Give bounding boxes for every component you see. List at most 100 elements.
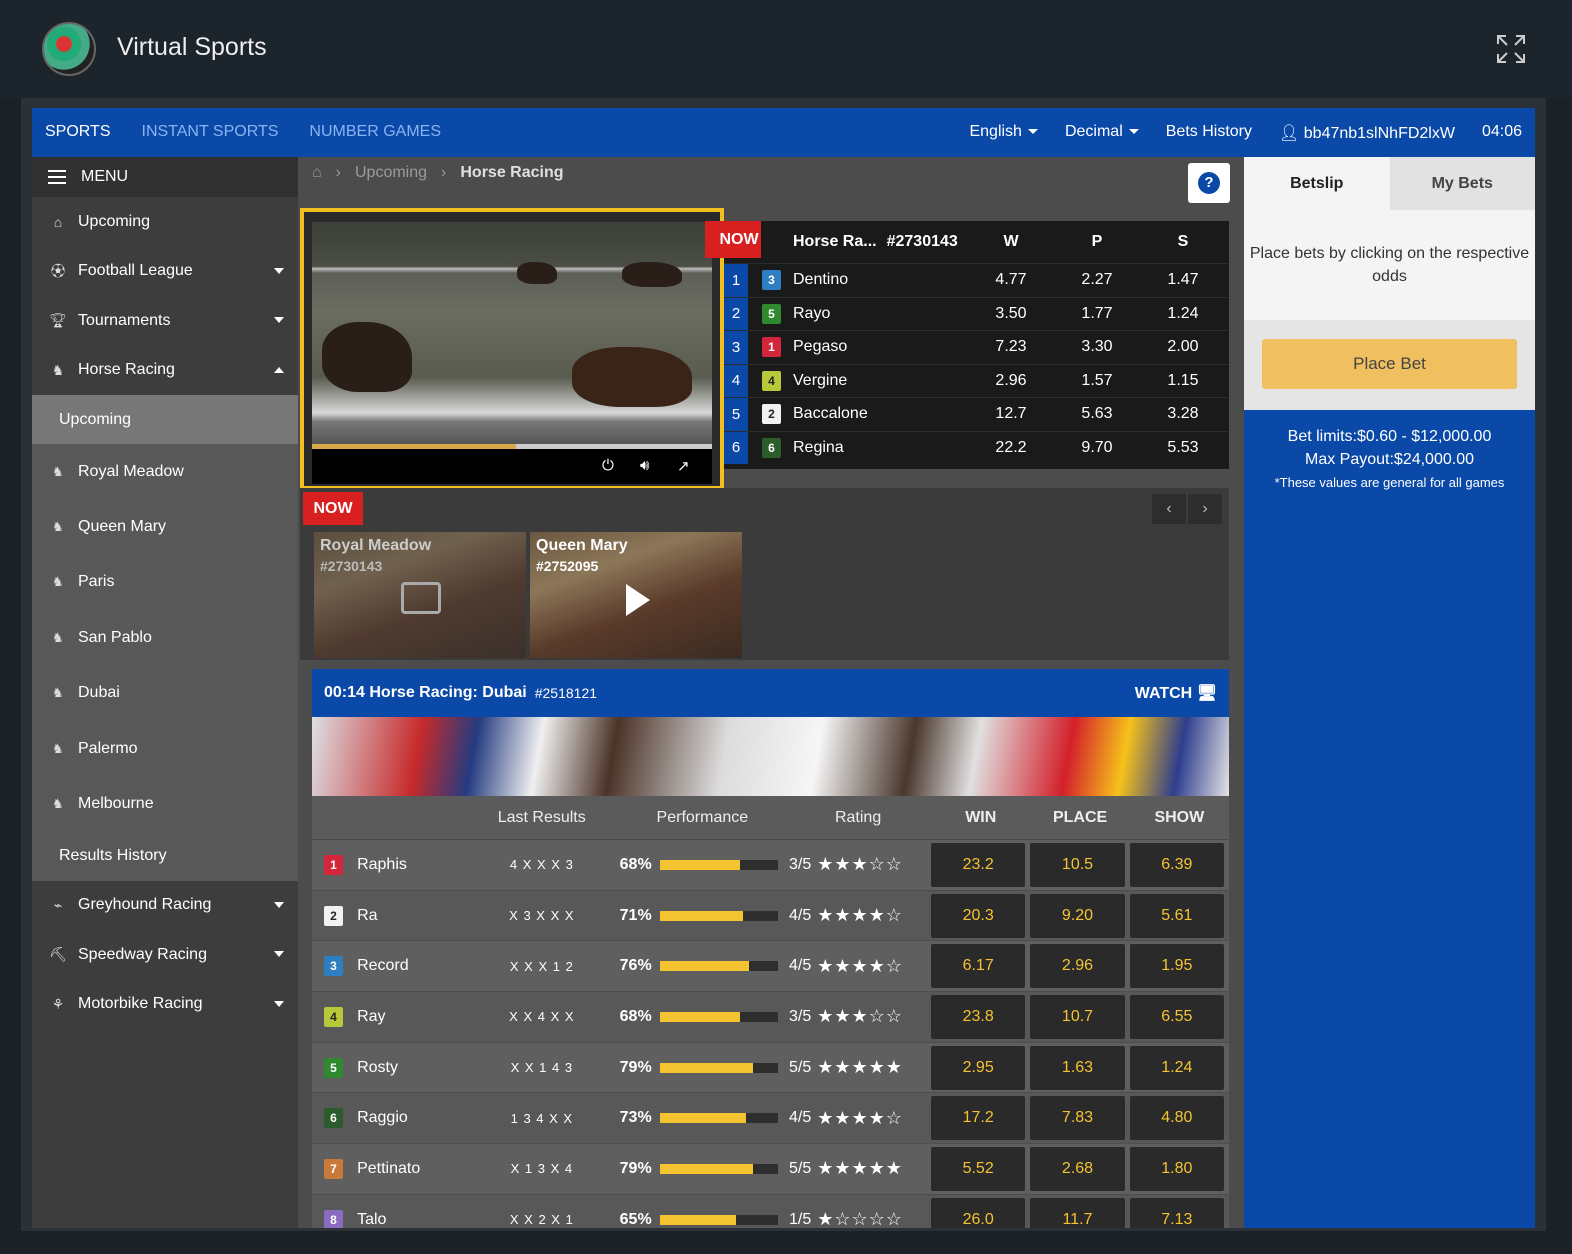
- fullscreen-icon[interactable]: [1496, 34, 1526, 64]
- language-select[interactable]: English: [969, 123, 1037, 143]
- odds-show-button[interactable]: 6.39: [1129, 842, 1225, 887]
- odds-place-button[interactable]: 1.63: [1030, 1045, 1125, 1090]
- odds-win[interactable]: 3.50: [968, 305, 1054, 323]
- odds-show[interactable]: 3.28: [1140, 405, 1226, 423]
- race-id: #2730143: [886, 233, 958, 250]
- sidebar-track-queen-mary[interactable]: ♞ Queen Mary: [32, 499, 298, 554]
- performance-bar: [659, 1011, 778, 1022]
- odds-place[interactable]: 5.63: [1054, 405, 1140, 423]
- odds-win-button[interactable]: 5.52: [930, 1146, 1026, 1191]
- bets-history-link[interactable]: Bets History: [1166, 123, 1252, 143]
- odds-win-button[interactable]: 26.0: [930, 1197, 1026, 1228]
- odds-show-button[interactable]: 6.55: [1129, 994, 1225, 1039]
- runners-header: Last Results Performance Rating WIN PLAC…: [312, 796, 1229, 840]
- odds-place-button[interactable]: 2.68: [1030, 1146, 1125, 1191]
- sidebar-track-paris[interactable]: ♞ Paris: [32, 555, 298, 610]
- odds-place[interactable]: 1.57: [1054, 372, 1140, 390]
- sidebar-item-label: Motorbike Racing: [78, 995, 203, 1013]
- sidebar-subitem-upcoming[interactable]: Upcoming: [32, 395, 298, 444]
- sidebar-track-palermo[interactable]: ♞ Palermo: [32, 721, 298, 776]
- horse-icon: ♞: [52, 629, 64, 645]
- watch-button[interactable]: WATCH 🖥︎: [1135, 683, 1217, 703]
- odds-place[interactable]: 9.70: [1054, 439, 1140, 457]
- odds-show-button[interactable]: 1.95: [1129, 944, 1225, 989]
- nav-sports[interactable]: SPORTS: [45, 123, 111, 141]
- power-icon[interactable]: ⏻︎: [602, 457, 614, 474]
- odds-win-button[interactable]: 20.3: [930, 893, 1026, 938]
- odds-place[interactable]: 2.27: [1054, 271, 1140, 289]
- runner-cell: 4 Vergine: [748, 370, 968, 391]
- nav-number-games[interactable]: NUMBER GAMES: [309, 123, 441, 141]
- rating-value: 4/5: [788, 906, 812, 924]
- stream-thumb-royal-meadow[interactable]: Royal Meadow #2730143: [314, 532, 526, 658]
- sidebar-item-speedway[interactable]: ⛏ Speedway Racing: [32, 930, 298, 980]
- odds-win-button[interactable]: 2.95: [930, 1045, 1026, 1090]
- stream-thumb-queen-mary[interactable]: Queen Mary #2752095: [530, 532, 742, 658]
- odds-place-button[interactable]: 11.7: [1030, 1197, 1125, 1228]
- odds-win-button[interactable]: 23.2: [930, 842, 1026, 887]
- odds-show-button[interactable]: 1.80: [1129, 1146, 1225, 1191]
- finish-position: 5: [724, 398, 748, 431]
- volume-icon[interactable]: 🔊︎: [640, 457, 649, 474]
- sidebar-track-royal-meadow[interactable]: ♞ Royal Meadow: [32, 444, 298, 499]
- odds-show[interactable]: 5.53: [1140, 439, 1226, 457]
- odds-show-button[interactable]: 4.80: [1129, 1096, 1225, 1141]
- video-player[interactable]: ⏻︎ 🔊︎ ↗: [300, 208, 724, 490]
- odds-show[interactable]: 1.24: [1140, 305, 1226, 323]
- trophy-icon: 🏆︎: [49, 312, 67, 329]
- odds-show-button[interactable]: 7.13: [1129, 1197, 1225, 1228]
- odds-win-button[interactable]: 6.17: [930, 944, 1026, 989]
- odds-win[interactable]: 4.77: [968, 271, 1054, 289]
- tab-my-bets[interactable]: My Bets: [1389, 157, 1535, 210]
- race-name: Horse Ra...: [793, 233, 877, 250]
- sidebar-results-history[interactable]: Results History: [32, 832, 298, 881]
- odds-win[interactable]: 12.7: [968, 405, 1054, 423]
- odds-win[interactable]: 2.96: [968, 372, 1054, 390]
- odds-place-button[interactable]: 10.7: [1030, 994, 1125, 1039]
- odds-show[interactable]: 1.15: [1140, 372, 1226, 390]
- odds-place-button[interactable]: 7.83: [1030, 1096, 1125, 1141]
- sidebar-track-dubai[interactable]: ♞ Dubai: [32, 666, 298, 721]
- chevron-down-icon: [274, 951, 284, 958]
- odds-place[interactable]: 1.77: [1054, 305, 1140, 323]
- user-account[interactable]: 👤︎ bb47nb1slNhFD2lxW: [1279, 123, 1455, 143]
- sidebar-item-motorbike[interactable]: ⚘ Motorbike Racing: [32, 980, 298, 1030]
- breadcrumb-upcoming[interactable]: Upcoming: [355, 164, 427, 182]
- odds-place-button[interactable]: 2.96: [1030, 944, 1125, 989]
- odds-win-button[interactable]: 17.2: [930, 1096, 1026, 1141]
- odds-place-button[interactable]: 10.5: [1030, 842, 1125, 887]
- odds-show[interactable]: 2.00: [1140, 338, 1226, 356]
- chevron-left-icon[interactable]: ‹: [1152, 494, 1186, 524]
- menu-header[interactable]: MENU: [32, 157, 298, 197]
- sidebar-item-greyhound[interactable]: ⌁ Greyhound Racing: [32, 881, 298, 931]
- odds-show-button[interactable]: 5.61: [1129, 893, 1225, 938]
- place-bet-button[interactable]: Place Bet: [1262, 339, 1517, 389]
- odds-place[interactable]: 3.30: [1054, 338, 1140, 356]
- sidebar-item-football[interactable]: ⚽︎ Football League: [32, 247, 298, 297]
- race-card: 00:14 Horse Racing: Dubai #2518121 WATCH…: [312, 669, 1229, 1228]
- last-results: 4 X X X 3: [509, 857, 574, 873]
- odds-win[interactable]: 22.2: [968, 439, 1054, 457]
- odds-win-button[interactable]: 23.8: [930, 994, 1026, 1039]
- sidebar-item-tournaments[interactable]: 🏆︎ Tournaments: [32, 296, 298, 346]
- sports-app: SPORTS INSTANT SPORTS NUMBER GAMES Engli…: [32, 108, 1535, 1228]
- help-button[interactable]: ?: [1188, 163, 1230, 203]
- sidebar-item-upcoming[interactable]: ⌂ Upcoming: [32, 197, 298, 247]
- header-last-results: Last Results: [497, 808, 586, 826]
- odds-show-button[interactable]: 1.24: [1129, 1045, 1225, 1090]
- odds-win[interactable]: 7.23: [968, 338, 1054, 356]
- runner-number-cell: 4: [312, 1006, 357, 1027]
- external-link-icon[interactable]: ↗: [677, 457, 690, 475]
- odds-place-button[interactable]: 9.20: [1030, 893, 1125, 938]
- odds-format-select[interactable]: Decimal: [1065, 123, 1139, 143]
- nav-instant-sports[interactable]: INSTANT SPORTS: [142, 123, 279, 141]
- odds-show[interactable]: 1.47: [1140, 271, 1226, 289]
- sidebar-track-melbourne[interactable]: ♞ Melbourne: [32, 776, 298, 831]
- sidebar-track-san-pablo[interactable]: ♞ San Pablo: [32, 610, 298, 665]
- tab-betslip[interactable]: Betslip: [1244, 157, 1390, 210]
- home-icon[interactable]: ⌂: [312, 164, 322, 182]
- chevron-right-icon[interactable]: ›: [1188, 494, 1222, 524]
- performance-bar: [659, 1062, 778, 1073]
- sidebar-item-horse-racing[interactable]: ♞ Horse Racing: [32, 346, 298, 396]
- horse-icon: ♞: [52, 574, 64, 590]
